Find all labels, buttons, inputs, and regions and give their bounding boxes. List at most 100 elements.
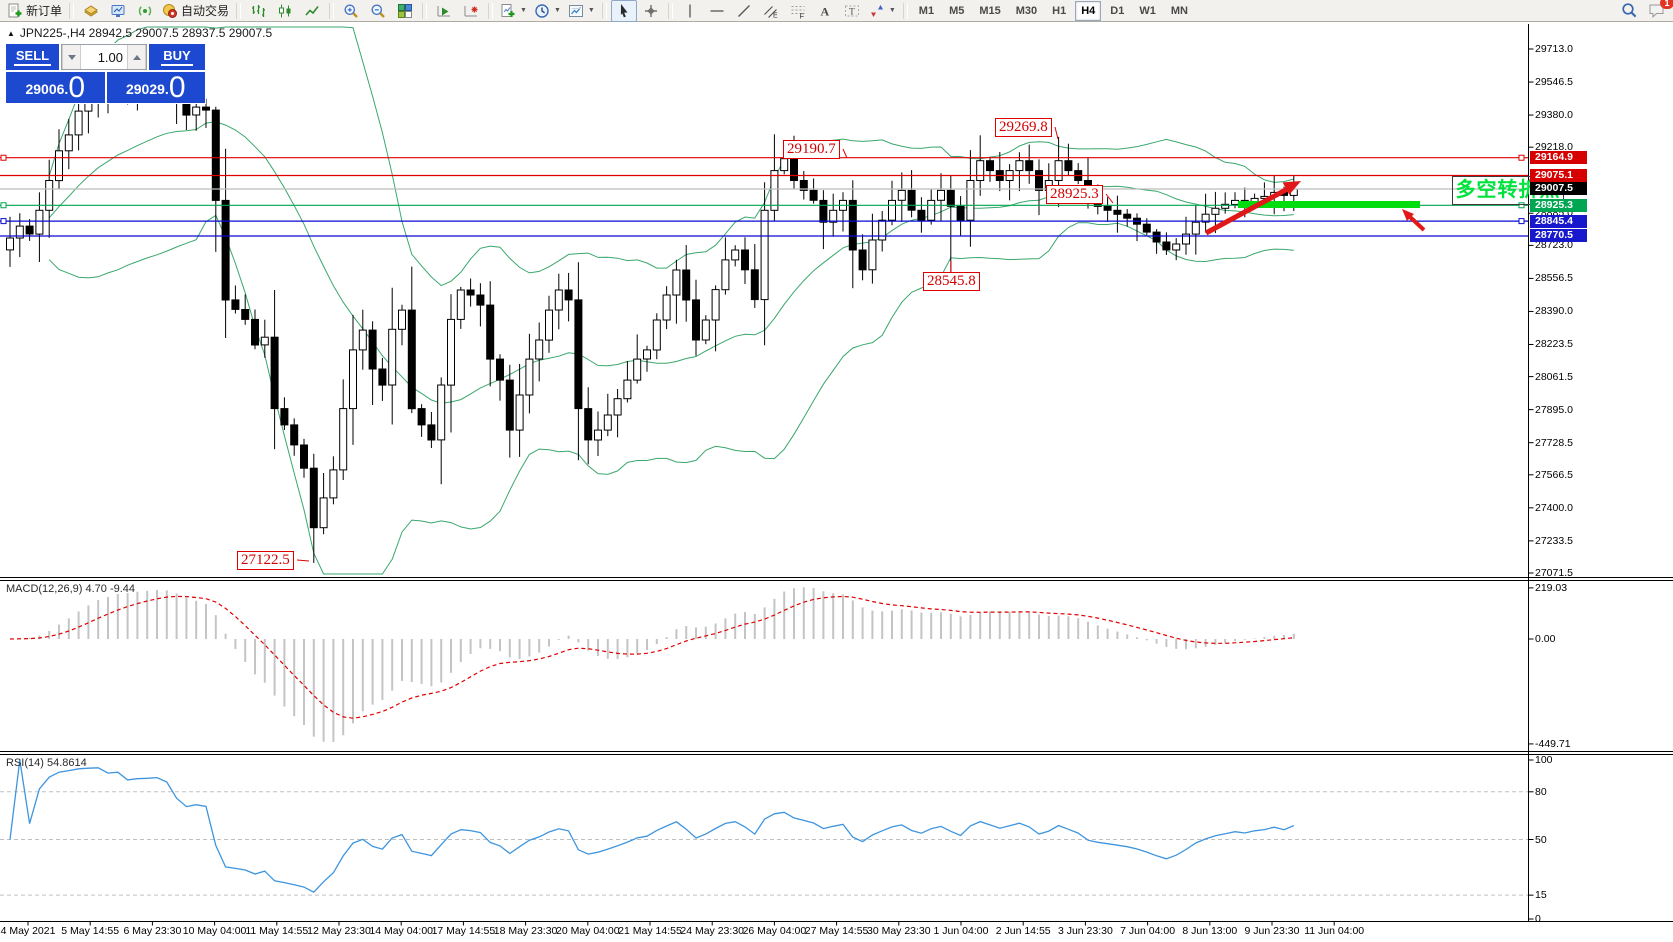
candle-body-bear: [497, 359, 504, 380]
buy-button[interactable]: BUY: [149, 44, 205, 70]
label-tool-button[interactable]: T: [839, 0, 865, 22]
chart-shift-button[interactable]: [458, 0, 484, 22]
history-button[interactable]: [78, 0, 104, 22]
price-axis-tick-label: 28556.5: [1535, 272, 1573, 284]
timeframe-w1-button[interactable]: W1: [1133, 1, 1162, 21]
candle-body-bear: [1026, 161, 1033, 171]
candle-body-bull: [830, 210, 837, 222]
cursor-tool-button[interactable]: [611, 0, 637, 22]
new-chart-button[interactable]: ▼: [497, 0, 530, 22]
candle-body-bear: [908, 190, 915, 210]
new-chart-icon: [500, 3, 516, 19]
volume-decrease-button[interactable]: [62, 45, 81, 69]
timeframe-m1-button[interactable]: M1: [913, 1, 940, 21]
timeframe-m5-button[interactable]: M5: [943, 1, 970, 21]
chat-button[interactable]: 1: [1643, 0, 1669, 22]
new-order-button[interactable]: 新订单: [4, 0, 65, 22]
candle-body-bull: [732, 250, 739, 260]
market-watch-button[interactable]: [105, 0, 131, 22]
candle-body-bull: [555, 290, 562, 310]
macd-axis-tick-label: 219.03: [1535, 582, 1567, 594]
sell-price-button[interactable]: 29006.0: [6, 72, 105, 103]
vertical-line-tool-button[interactable]: [677, 0, 703, 22]
auto-scroll-icon: [436, 3, 452, 19]
signals-button[interactable]: [132, 0, 158, 22]
candle-body-bull: [526, 359, 533, 395]
sell-button[interactable]: SELL: [6, 44, 59, 70]
auto-trading-button[interactable]: 自动交易: [159, 0, 232, 22]
candle-body-bull: [977, 161, 984, 181]
candle-body-bull: [761, 210, 768, 299]
fibonacci-icon: F: [790, 3, 806, 19]
price-annotation-label[interactable]: 29269.8: [995, 118, 1052, 137]
buy-button-label: BUY: [161, 48, 192, 66]
arrows-tool-button[interactable]: ▼: [866, 0, 899, 22]
price-annotation-label[interactable]: 28925.3: [1046, 185, 1103, 204]
time-axis-label: 9 Jun 23:30: [1245, 925, 1300, 937]
buy-price-button[interactable]: 29029.0: [107, 72, 206, 103]
price-axis-tick-label: 27400.0: [1535, 502, 1573, 514]
price-annotation-label[interactable]: 29190.7: [783, 140, 840, 159]
timeframe-m30-button[interactable]: M30: [1010, 1, 1043, 21]
toolbar-separator: [236, 3, 241, 19]
notification-badge: 1: [1660, 0, 1673, 9]
volume-increase-button[interactable]: [127, 45, 146, 69]
fibonacci-tool-button[interactable]: F: [785, 0, 811, 22]
candle-body-bull: [889, 200, 896, 220]
text-tool-button[interactable]: A: [812, 0, 838, 22]
candle-body-bull: [1232, 200, 1239, 204]
volume-input[interactable]: 1.00: [81, 45, 127, 69]
vline-icon: [682, 3, 698, 19]
bar-chart-button[interactable]: [245, 0, 271, 22]
volume-stepper: 1.00: [61, 44, 147, 70]
symbol-info: ▲ JPN225-,H4 28942.5 29007.5 28937.5 290…: [7, 26, 272, 40]
candle-body-bull: [634, 359, 641, 380]
candle-body-bear: [281, 409, 288, 425]
price-axis-badge: 28925.3: [1530, 199, 1587, 212]
auto-trading-button-label: 自动交易: [181, 2, 229, 19]
timeframe-d1-button[interactable]: D1: [1104, 1, 1130, 21]
templates-button[interactable]: ▼: [565, 0, 598, 22]
horizontal-line-tool-button[interactable]: [704, 0, 730, 22]
toolbar-separator: [903, 3, 908, 19]
toolbar-separator: [422, 3, 427, 19]
chevron-down-icon: ▼: [588, 7, 595, 14]
trendline-tool-button[interactable]: [731, 0, 757, 22]
search-button[interactable]: [1616, 0, 1642, 22]
candle-body-bull: [340, 409, 347, 470]
timeframe-h1-button[interactable]: H1: [1046, 1, 1072, 21]
signals-icon: [137, 3, 153, 19]
price-annotation-label[interactable]: 27122.5: [237, 551, 294, 570]
svg-text:E: E: [773, 12, 778, 19]
candle-body-bear: [1143, 224, 1150, 232]
bar-chart-icon: [250, 3, 266, 19]
candle-body-bear: [242, 310, 249, 320]
time-axis-label: 3 Jun 23:30: [1058, 925, 1113, 937]
price-axis-tick-label: 28223.5: [1535, 338, 1573, 350]
timeframe-h4-button[interactable]: H4: [1075, 1, 1101, 21]
time-axis-label: 1 Jun 04:00: [934, 925, 989, 937]
rsi-indicator-label: RSI(14) 54.8614: [6, 757, 87, 769]
line-chart-button[interactable]: [299, 0, 325, 22]
candle-body-bull: [36, 210, 43, 234]
candle-body-bull: [663, 295, 670, 320]
auto-scroll-button[interactable]: [431, 0, 457, 22]
zoom-out-button[interactable]: [365, 0, 391, 22]
time-axis-label: 5 May 14:55: [61, 925, 119, 937]
period-button[interactable]: ▼: [531, 0, 564, 22]
macd-axis-tick-label: -449.71: [1535, 738, 1571, 750]
price-axis-tick-label: 27233.5: [1535, 535, 1573, 547]
cursor-icon: [616, 3, 632, 19]
timeframe-m15-button[interactable]: M15: [973, 1, 1006, 21]
timeframe-mn-button[interactable]: MN: [1165, 1, 1194, 21]
channel-tool-button[interactable]: E: [758, 0, 784, 22]
candlestick-chart-button[interactable]: [272, 0, 298, 22]
price-axis-tick-label: 29546.5: [1535, 76, 1573, 88]
crosshair-tool-button[interactable]: [638, 0, 664, 22]
collapse-trade-panel-icon[interactable]: ▲: [7, 29, 15, 38]
zoom-in-button[interactable]: [338, 0, 364, 22]
candle-body-bull: [1212, 208, 1219, 214]
candle-body-bear: [212, 110, 219, 200]
price-annotation-label[interactable]: 28545.8: [923, 272, 980, 291]
tile-windows-button[interactable]: [392, 0, 418, 22]
